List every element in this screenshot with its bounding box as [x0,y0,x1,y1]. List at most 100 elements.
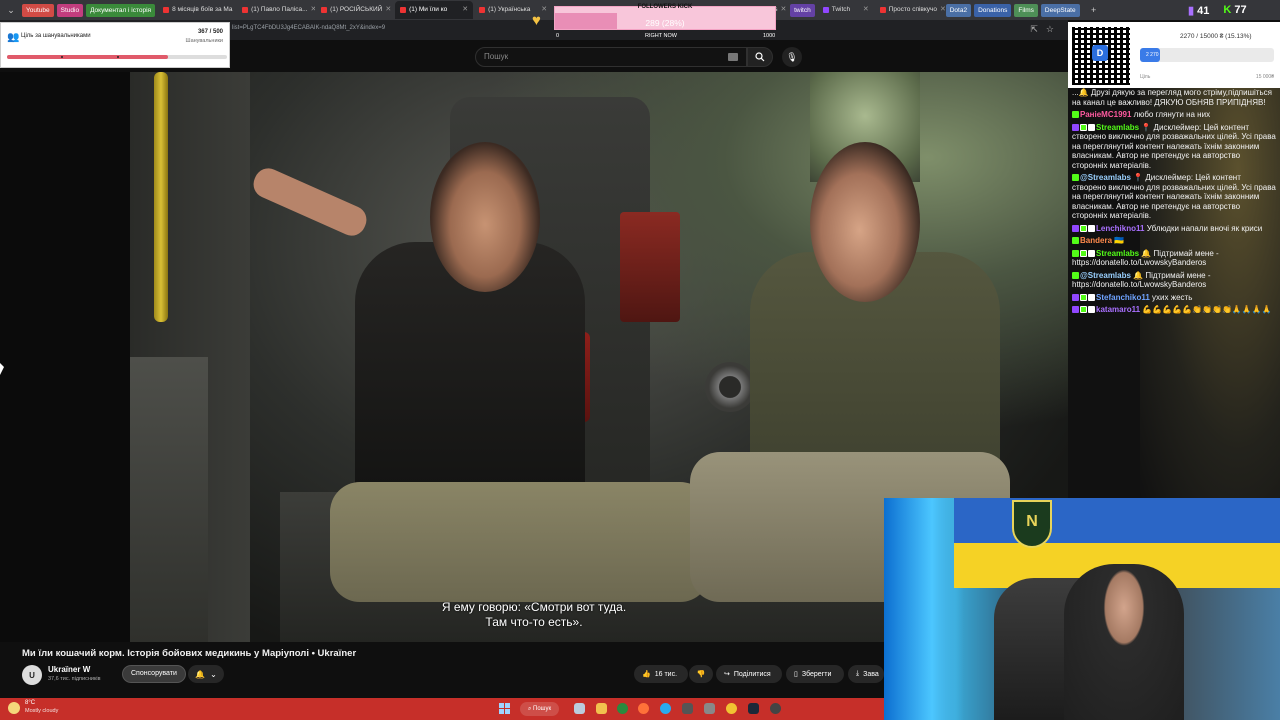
channel-name[interactable]: Ukraїner W [48,665,90,674]
close-tab-icon[interactable]: ✕ [311,1,316,19]
chat-message: Stefanchiko11 ухих жесть [1072,293,1276,303]
bookmark-deepstate[interactable]: DeepState [1040,3,1080,17]
close-tab-icon[interactable]: ✕ [385,1,391,19]
chrome-icon[interactable] [726,703,737,714]
browser-tab[interactable]: 8 місяців боїв за Ма✕ [158,1,236,19]
tab-label: (1) Ми їли ко [409,6,448,13]
tab-menu-chevron-icon[interactable]: ⌄ [2,1,20,19]
browser-tab[interactable]: (1) Павло Паліса... ✕ [237,1,315,19]
mod-badge-icon [1080,306,1087,313]
bookmark-dota2[interactable]: Dota2 [945,3,972,17]
kick-badge-icon [1072,174,1079,181]
mod-badge-icon [1080,123,1087,131]
bookmark-studio[interactable]: Studio [56,3,84,17]
download-button[interactable]: ⤓ Зава [848,665,884,683]
chat-username[interactable]: РаніеМС1991 [1080,110,1131,119]
steam-icon[interactable] [748,703,759,714]
telegram-icon[interactable] [660,703,671,714]
webcam-blue-light [884,498,964,720]
obs-icon[interactable] [770,703,781,714]
donation-max-label: 15 000₴ [1255,74,1274,80]
file-explorer-icon[interactable] [596,703,607,714]
chat-username[interactable]: Lenchikno11 [1096,224,1144,233]
close-tab-icon[interactable]: ✕ [541,1,547,19]
app-icon[interactable] [704,703,715,714]
open-in-app-icon[interactable]: ⇱ [1030,24,1038,35]
dislike-button[interactable]: 👎 [689,665,713,683]
address-bar-icons: ⇱ ☆ [1030,24,1054,35]
chat-username[interactable]: @Streamlabs [1080,271,1131,280]
mod-badge-icon [1080,293,1087,301]
close-tab-icon[interactable]: ✕ [780,1,786,19]
firefox-icon[interactable] [638,703,649,714]
browser-tab-active[interactable]: (1) Ми їли ко ✕ [395,1,474,19]
search-button[interactable] [747,47,773,67]
kick-count: K 77 [1223,4,1246,17]
browser-tab[interactable]: Twitch ✕ [818,1,874,19]
new-tab-plus-icon[interactable]: + [1085,1,1103,19]
flag-emblem-icon: N [1012,500,1052,548]
chat-message: Streamlabs 📍 Дисклеймер: Цей контент ств… [1072,123,1276,171]
sponsor-button[interactable]: Спонсорувати [122,665,186,683]
app-icon[interactable] [682,703,693,714]
close-tab-icon[interactable]: ✕ [940,1,945,19]
chat-message: Streamlabs 🔔 Підтримай мене - https://do… [1072,249,1276,268]
bookmark-icon: ▯ [794,671,798,678]
bookmark-films[interactable]: Films [1014,3,1038,17]
task-view-icon[interactable] [574,703,585,714]
channel-avatar[interactable]: U [22,665,42,685]
chat-username[interactable]: Streamlabs [1096,249,1139,258]
save-button[interactable]: ▯ Зберегти [786,665,844,683]
video-info: Ми їли кошачий корм. Історія бойових мед… [0,642,884,698]
goal-marker [117,56,119,58]
chat-username[interactable]: Bandera [1080,236,1112,245]
chat-username[interactable]: Stefanchiko11 [1096,293,1150,302]
scene-pointing-arm [249,163,371,241]
bookmark-donations[interactable]: Donations [974,3,1012,17]
save-label: Зберегти [801,670,832,678]
star-badge-icon [1088,224,1095,232]
bell-icon: 🔔 [195,669,206,679]
stream-chat: ...🔔 Друзі дякую за перегляд мого стріму… [1068,88,1280,498]
like-button[interactable]: 👍 16 тис. [634,665,688,683]
windows-taskbar: 8°C Mostly cloudy ⌕ Пошук [0,698,884,720]
bookmark-documentary[interactable]: Документал і історія [86,3,156,17]
weather-sun-icon[interactable] [8,702,20,714]
donation-goal-text: 2270 / 15000 ₴ (15.13%) [1180,33,1252,40]
browser-tab[interactable]: Просто співкучо ✕ [875,1,945,19]
chat-username[interactable]: @Streamlabs [1080,173,1131,182]
goal-people-icon: 👥 [7,32,20,43]
close-tab-icon[interactable]: ✕ [863,1,869,19]
goal-count: 367 / 500 [197,29,223,35]
search-placeholder: Пошук [484,52,509,61]
weather-temperature[interactable]: 8°C [25,700,35,706]
weather-description[interactable]: Mostly cloudy [25,708,58,714]
share-button[interactable]: ↪ Поділитися [716,665,782,683]
app-icon[interactable] [617,703,628,714]
chat-message: katamaro11 💪💪💪💪💪👏👏👏👏🙏🙏🙏🙏 [1072,305,1276,315]
chat-username[interactable]: Streamlabs [1096,123,1139,132]
youtube-favicon-icon [400,7,407,13]
keyboard-icon[interactable] [728,53,738,61]
youtube-favicon-icon [479,7,486,13]
browser-tab[interactable]: (1) РОСІЙСЬКИЙ ✕ [316,1,394,19]
close-tab-icon[interactable]: ✕ [236,1,237,19]
voice-search-button[interactable]: 🎙 [782,47,802,67]
mod-badge-icon [1080,224,1087,232]
scene-woman-left-legs [330,482,710,602]
youtube-favicon-icon [321,7,328,13]
windows-start-icon[interactable] [499,703,510,714]
viewer-count-value: 41 [1197,5,1210,17]
sub-badge-icon [1072,123,1079,131]
tab-label: (1) Павло Паліса... [251,6,308,13]
search-input[interactable]: Пошук [475,47,747,67]
bookmark-twitch-pill[interactable]: twitch [790,3,815,17]
chat-username[interactable]: katamaro11 [1096,305,1140,314]
url-field[interactable]: list=PLgTC4FbDU3Jg4ECABAIK-ndaQ8Mt_2xY&i… [232,25,385,31]
close-tab-icon[interactable]: ✕ [462,1,468,19]
kick-badge-icon [1072,111,1079,118]
taskbar-search[interactable]: ⌕ Пошук [520,702,560,716]
bookmark-star-icon[interactable]: ☆ [1046,24,1054,35]
subscription-bell-button[interactable]: 🔔 ⌄ [188,665,224,683]
bookmark-youtube[interactable]: Youtube [22,3,54,17]
